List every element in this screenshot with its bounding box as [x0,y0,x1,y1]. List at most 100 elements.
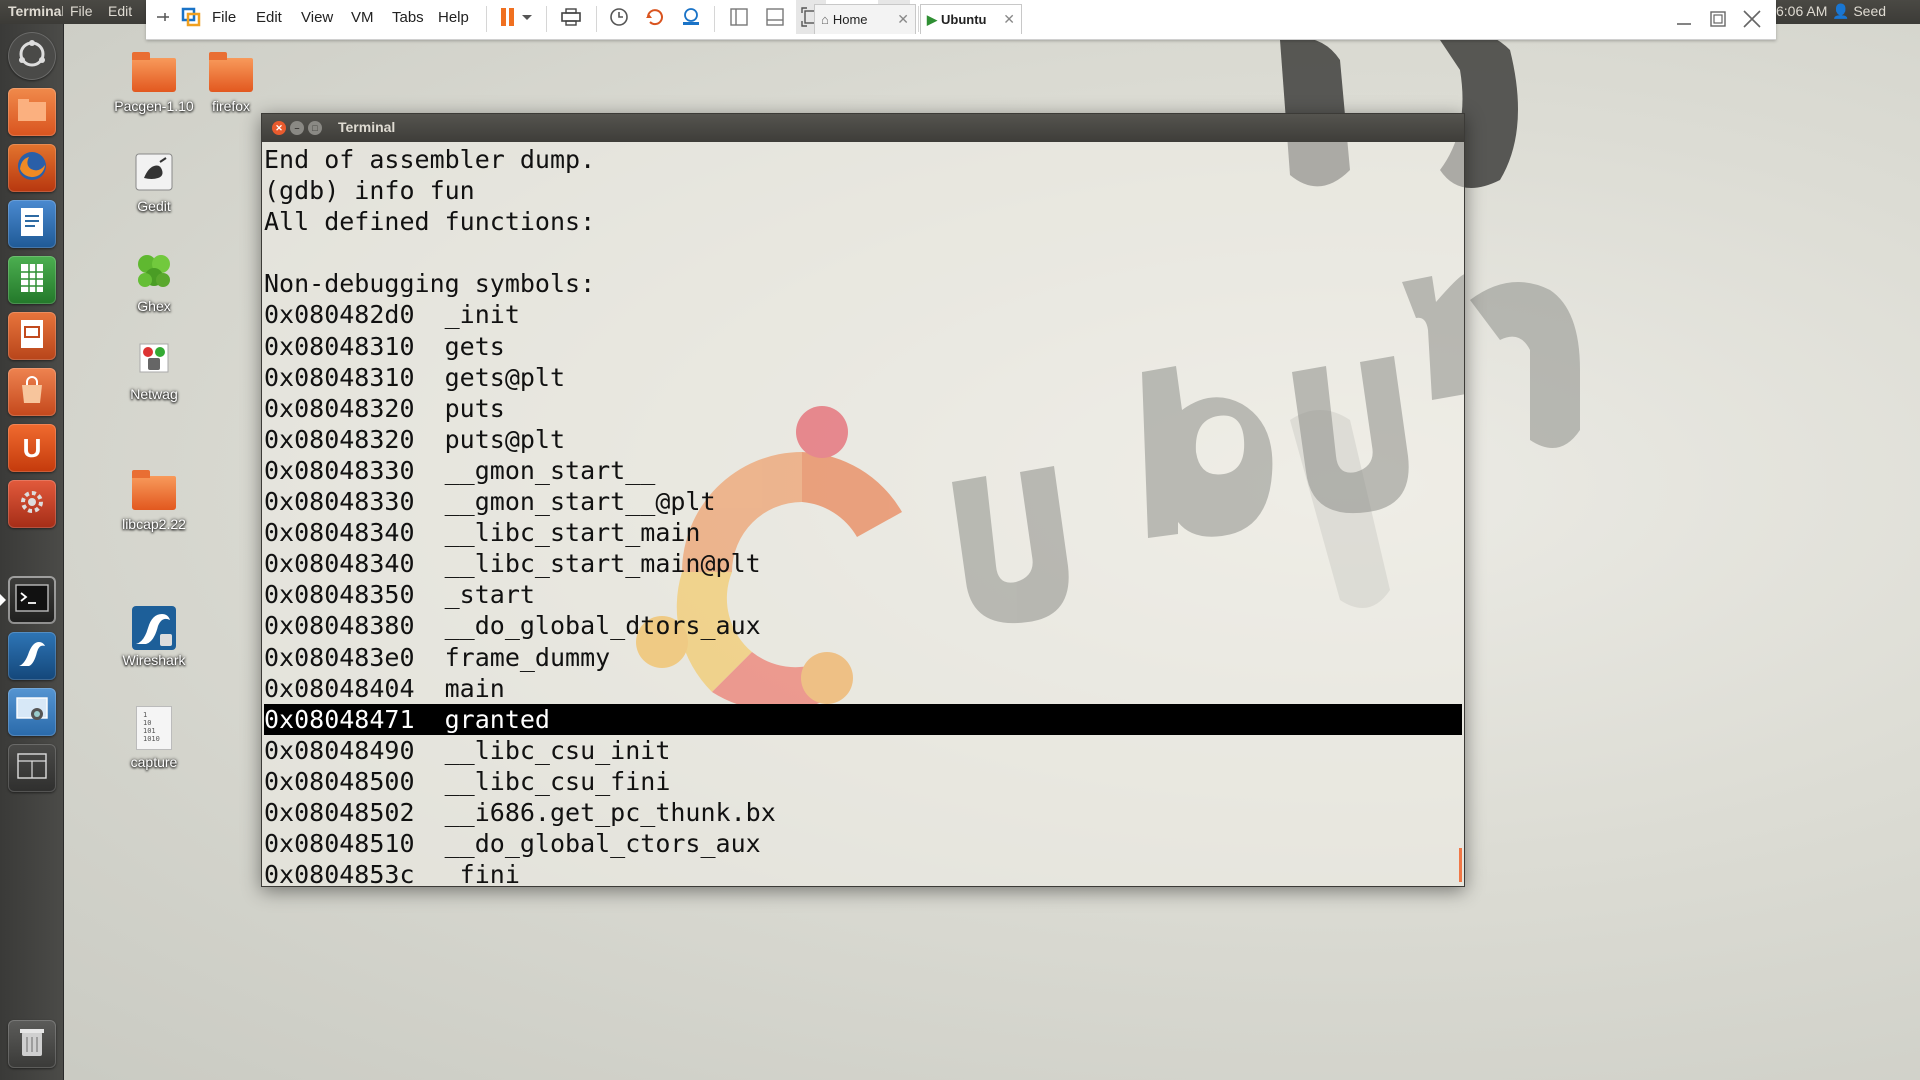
trash-icon [18,1026,46,1063]
ubuntu-logo-icon [16,38,48,75]
folder-icon [130,468,178,512]
close-icon[interactable]: ✕ [272,121,286,135]
home-icon: ⌂ [821,12,829,27]
active-app-indicator [0,594,6,606]
desktop-icon-capture[interactable]: 1 10 101 1010 capture [104,706,204,770]
user-icon: 👤 [1832,3,1850,19]
vmware-logo-icon[interactable] [178,0,204,34]
binary-file-text: 101 [143,727,156,735]
wireshark-fin-icon [16,638,48,675]
minimize-icon[interactable]: – [290,121,304,135]
library-view-icon[interactable] [724,0,754,34]
document-icon [18,206,46,243]
terminal-line: 0x08048340 __libc_start_main [264,518,701,548]
workspace-icon [16,752,48,785]
launcher-files[interactable] [8,88,56,136]
user-menu[interactable]: 👤 Seed [1832,3,1886,20]
launcher-workspace-switcher[interactable] [8,744,56,792]
snapshot-icon[interactable] [604,0,634,34]
launcher-screenshot[interactable] [8,688,56,736]
toolbar-separator [486,6,487,32]
terminal-line: 0x080483e0 frame_dummy [264,642,611,672]
desktop-icon-label: Ghex [137,298,171,314]
toolbar-separator [546,6,547,32]
vm-menu-help[interactable]: Help [438,0,469,34]
terminal-line: Non-debugging symbols: [264,269,596,299]
folder-icon [130,50,178,94]
terminal-line: 0x080482d0 _init [264,300,520,330]
vm-menu-view[interactable]: View [301,0,333,34]
send-ctrl-alt-del-icon[interactable] [556,0,586,34]
launcher-firefox[interactable] [8,144,56,192]
maximize-icon[interactable]: □ [308,121,322,135]
thumbnail-view-icon[interactable] [760,0,790,34]
terminal-line: 0x08048490 __libc_csu_init [264,735,671,765]
user-name: Seed [1853,3,1887,19]
terminal-line: 0x08048330 __gmon_start__@plt [264,487,716,517]
tab-ubuntu[interactable]: ▶ Ubuntu ✕ [920,4,1022,34]
vm-menu-vm[interactable]: VM [351,0,374,34]
terminal-line: 0x08048404 main [264,673,505,703]
terminal-line: 0x08048510 __do_global_ctors_aux [264,829,761,859]
tab-home[interactable]: ⌂ Home ✕ [814,4,916,34]
toolbar-separator [596,6,597,32]
close-tab-ubuntu-icon[interactable]: ✕ [1003,11,1015,28]
desktop-icon-ghex[interactable]: Ghex [104,250,204,314]
desktop-icon-label: Gedit [137,198,171,214]
terminal-line-selected: 0x08048471 granted [264,703,1462,735]
presentation-icon [18,318,46,355]
snapshot-manager-icon[interactable] [676,0,706,34]
minimize-window-icon[interactable] [1668,4,1700,34]
close-tab-home-icon[interactable]: ✕ [897,11,909,28]
tab-home-label: Home [832,12,868,27]
terminal-line: (gdb) info fun [264,176,475,206]
wireshark-icon [130,604,178,650]
vmware-toolbar: File Edit View VM Tabs Help ⌂ Home ✕ ▶ U… [146,0,1776,40]
terminal-line: 0x0804853c _fini [264,860,520,886]
desktop-icon-firefox[interactable]: firefox [181,50,281,114]
launcher-libreoffice-writer[interactable] [8,200,56,248]
launcher-libreoffice-calc[interactable] [8,256,56,304]
vm-menu-file[interactable]: File [212,0,236,34]
desktop-icon-label: libcap2.22 [122,516,186,532]
gear-wrench-icon [16,486,48,523]
desktop-icon-gedit[interactable]: Gedit [104,150,204,214]
gedit-icon [130,150,178,194]
launcher-system-settings[interactable] [8,480,56,528]
terminal-window[interactable]: ✕ – □ Terminal End of assembler dump. (g… [261,113,1465,887]
desktop-icon-wireshark[interactable]: Wireshark [104,604,204,668]
desktop-icon-label: firefox [211,98,251,114]
ghex-hexagon-icon [130,250,178,294]
terminal-line: 0x08048502 __i686.get_pc_thunk.bx [264,797,776,827]
vm-menu-edit[interactable]: Edit [256,0,282,34]
terminal-line: All defined functions: [264,207,596,237]
desktop-icon-netwag[interactable]: Netwag [104,338,204,402]
close-window-icon[interactable] [1736,4,1768,34]
terminal-line: 0x08048500 __libc_csu_fini [264,766,671,796]
launcher-libreoffice-impress[interactable] [8,312,56,360]
restore-window-icon[interactable] [1702,4,1734,34]
pin-icon[interactable] [150,0,176,34]
vm-menu-tabs[interactable]: Tabs [392,0,424,34]
pause-button[interactable] [496,0,536,34]
clock[interactable]: 6:06 AM [1776,3,1827,19]
firefox-icon [15,149,49,188]
shopping-bag-icon [17,375,47,410]
launcher-trash[interactable] [8,1020,56,1068]
launcher-software-center[interactable] [8,368,56,416]
terminal-titlebar[interactable]: ✕ – □ Terminal [262,114,1464,142]
top-menu-file[interactable]: File [70,3,93,19]
launcher-wireshark[interactable] [8,632,56,680]
scrollbar-thumb[interactable] [1459,848,1462,882]
revert-snapshot-icon[interactable] [640,0,670,34]
launcher-terminal[interactable] [8,576,56,624]
desktop-icon-libcap[interactable]: libcap2.22 [104,468,204,532]
launcher-ubuntu-one[interactable]: U [8,424,56,472]
terminal-content[interactable]: End of assembler dump. (gdb) info fun All … [262,142,1464,886]
binary-file-text: 1010 [143,735,160,743]
active-app-title: Terminal [8,3,63,19]
binary-file-text: 10 [143,719,152,727]
dash-home-button[interactable] [8,32,56,80]
vm-running-icon: ▶ [927,11,937,27]
top-menu-edit[interactable]: Edit [108,3,132,19]
